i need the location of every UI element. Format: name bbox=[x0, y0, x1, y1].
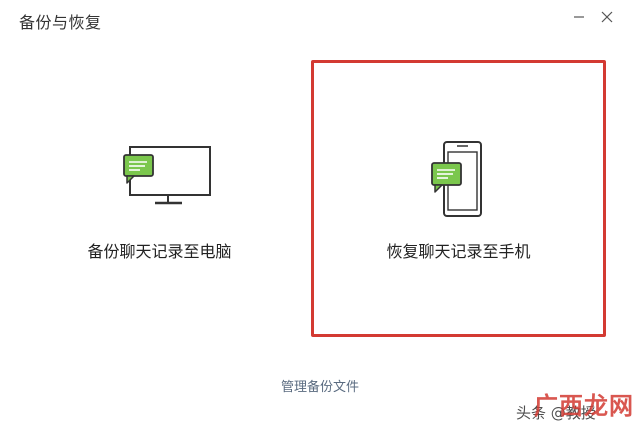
backup-to-pc-card[interactable]: 备份聊天记录至电脑 bbox=[12, 60, 307, 337]
restore-to-phone-card[interactable]: 恢复聊天记录至手机 bbox=[311, 60, 606, 337]
phone-with-chat-icon bbox=[314, 140, 603, 217]
watermark-user: 头条 @教授 bbox=[516, 404, 596, 422]
monitor-with-chat-icon bbox=[12, 140, 307, 210]
minimize-icon bbox=[574, 16, 584, 18]
close-button[interactable] bbox=[596, 6, 618, 28]
backup-to-pc-label: 备份聊天记录至电脑 bbox=[87, 242, 232, 261]
close-icon bbox=[601, 11, 613, 23]
minimize-button[interactable] bbox=[568, 6, 590, 28]
manage-backup-files-link[interactable]: 管理备份文件 bbox=[0, 376, 640, 395]
backup-restore-window: 备份与恢复 备份聊天记录至电脑 恢复聊天记录至手机 管理备份文件 头条 @教授 … bbox=[0, 0, 640, 431]
window-title: 备份与恢复 bbox=[19, 13, 102, 32]
restore-to-phone-label: 恢复聊天记录至手机 bbox=[386, 242, 531, 261]
